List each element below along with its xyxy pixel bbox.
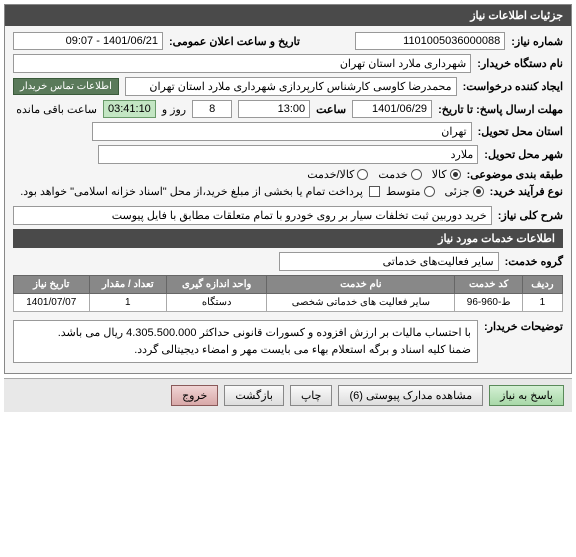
table-header: واحد اندازه گیری [167, 276, 267, 294]
radio-icon [424, 186, 435, 197]
deadline-label: مهلت ارسال پاسخ: تا تاریخ [438, 103, 563, 116]
service-group-value: سایر فعالیت‌های خدماتی [279, 252, 499, 271]
radio-icon [450, 169, 461, 180]
buyer-notes-line: ضمنا کلیه اسناد و برگه استعلام بهاء می ب… [20, 342, 471, 359]
general-desc-label: شرح کلی نیاز [498, 209, 563, 222]
buyer-label: نام دستگاه خریدار [477, 57, 563, 70]
radio-icon [357, 169, 368, 180]
remain-suffix: ساعت باقی مانده [16, 103, 97, 116]
province-value: تهران [92, 122, 472, 141]
back-button[interactable]: بازگشت [224, 385, 284, 406]
attachments-button[interactable]: مشاهده مدارک پیوستی (6) [338, 385, 483, 406]
table-row: 1ط-960-96سایر فعالیت های خدماتی شخصیدستگ… [14, 294, 563, 312]
process-radios: جزئی متوسط [386, 185, 484, 198]
table-cell: 1401/07/07 [14, 294, 90, 312]
table-header: کد خدمت [455, 276, 522, 294]
radio-icon [411, 169, 422, 180]
subject-type-label: طبقه بندی موضوعی [467, 168, 563, 181]
table-header: تعداد / مقدار [89, 276, 167, 294]
payment-checkbox[interactable] [369, 186, 380, 197]
need-no-value: 1101005036000088 [355, 32, 505, 50]
days-value: 8 [192, 100, 232, 118]
deadline-time: 13:00 [238, 100, 310, 118]
buyer-notes-label: توضیحات خریدار [484, 320, 563, 333]
table-header: ردیف [522, 276, 562, 294]
radio-partial[interactable]: جزئی [445, 185, 484, 198]
buyer-notes-box: با احتساب مالیات بر ارزش افزوده و کسورات… [13, 320, 478, 363]
days-suffix: روز و [162, 103, 186, 116]
respond-button[interactable]: پاسخ به نیاز [489, 385, 564, 406]
deadline-date: 1401/06/29 [352, 100, 432, 118]
table-cell: 1 [522, 294, 562, 312]
radio-service[interactable]: خدمت [378, 168, 421, 181]
radio-goods[interactable]: کالا [432, 168, 461, 181]
services-header: اطلاعات خدمات مورد نیاز [13, 229, 563, 248]
announce-label: تاریخ و ساعت اعلان عمومی [169, 35, 300, 48]
footer-toolbar: پاسخ به نیاز مشاهده مدارک پیوستی (6) چاپ… [4, 378, 572, 412]
print-button[interactable]: چاپ [290, 385, 333, 406]
countdown-timer: 03:41:10 [103, 100, 156, 118]
table-cell: سایر فعالیت های خدماتی شخصی [267, 294, 455, 312]
time-label: ساعت [316, 103, 346, 116]
service-group-label: گروه خدمت [505, 255, 563, 268]
subject-type-radios: کالا خدمت کالا/خدمت [307, 168, 460, 181]
requester-label: ایجاد کننده درخواست [463, 80, 563, 93]
buyer-value: شهرداری ملارد استان تهران [13, 54, 471, 73]
table-header: تاریخ نیاز [14, 276, 90, 294]
contact-buyer-button[interactable]: اطلاعات تماس خریدار [13, 78, 119, 95]
exit-button[interactable]: خروج [171, 385, 218, 406]
panel-title: جزئیات اطلاعات نیاز [5, 5, 571, 26]
table-cell: 1 [89, 294, 167, 312]
requester-value: محمدرضا کاوسی کارشناس کارپردازی شهرداری … [125, 77, 457, 96]
province-label: استان محل تحویل [478, 125, 563, 138]
radio-icon [473, 186, 484, 197]
payment-note: پرداخت تمام یا بخشی از مبلغ خرید،از محل … [20, 185, 363, 198]
announce-value: 1401/06/21 - 09:07 [13, 32, 163, 50]
buyer-notes-line: با احتساب مالیات بر ارزش افزوده و کسورات… [20, 325, 471, 342]
table-header: نام خدمت [267, 276, 455, 294]
radio-medium[interactable]: متوسط [386, 185, 435, 198]
city-label: شهر محل تحویل [484, 148, 563, 161]
radio-goods-service[interactable]: کالا/خدمت [307, 168, 368, 181]
services-table: ردیفکد خدمتنام خدمتواحد اندازه گیریتعداد… [13, 275, 563, 312]
city-value: ملارد [98, 145, 478, 164]
table-cell: ط-960-96 [455, 294, 522, 312]
table-cell: دستگاه [167, 294, 267, 312]
need-no-label: شماره نیاز [511, 35, 563, 48]
general-desc-value: خرید دوربین ثبت تخلفات سیار بر روی خودرو… [13, 206, 492, 225]
process-label: نوع فرآیند خرید [490, 185, 563, 198]
